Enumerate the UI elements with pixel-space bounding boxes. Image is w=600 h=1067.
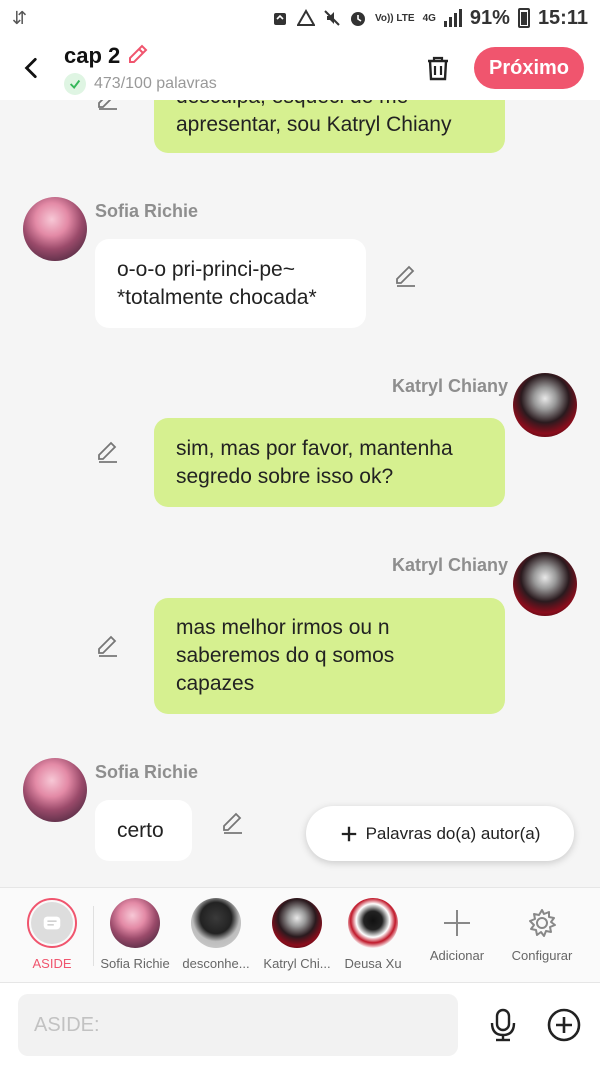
plus-icon <box>341 826 356 841</box>
chat-bubble-icon <box>43 916 61 930</box>
chevron-left-icon <box>24 57 37 79</box>
avatar <box>110 898 160 948</box>
avatar-sofia-richie[interactable] <box>23 758 87 822</box>
battery-percent: 91% <box>469 6 510 29</box>
author-words-label: Palavras do(a) autor(a) <box>365 823 541 843</box>
add-media-button[interactable] <box>546 1007 582 1043</box>
avatar-katryl-chiany[interactable] <box>513 552 577 616</box>
message-line: o-o-o pri-princi-pe~ <box>117 257 295 281</box>
character-katryl-chiany[interactable]: Katryl Chi... <box>255 898 339 971</box>
next-button[interactable]: Próximo <box>474 47 584 89</box>
edit-message-icon[interactable] <box>221 811 245 835</box>
back-button[interactable] <box>0 36 64 100</box>
message-line: desculpa, esqueci de me <box>176 100 483 111</box>
character-label: Deusa Xu <box>344 956 402 971</box>
configure-button[interactable]: Configurar <box>500 898 584 963</box>
message-line: capazes <box>176 672 255 695</box>
recycle-icon <box>271 9 289 27</box>
author-name: Katryl Chiany <box>392 555 509 575</box>
character-bar: ASIDE Sofia Richie desconhe... Katryl Ch… <box>0 887 600 982</box>
edit-message-icon[interactable] <box>96 440 120 464</box>
edit-title-icon[interactable] <box>126 42 150 71</box>
message-line: mas melhor irmos ou n <box>176 616 390 639</box>
author-name: Katryl Chiany <box>392 376 509 396</box>
clock: 15:11 <box>537 6 588 29</box>
gear-icon <box>529 909 556 937</box>
input-bar <box>0 982 600 1067</box>
delete-button[interactable] <box>420 50 456 86</box>
header: cap 2 473/100 palavras Próximo <box>0 36 600 100</box>
message-line: certo <box>117 818 164 842</box>
message-line: sim, mas por favor, mantenha <box>176 436 453 460</box>
check-icon <box>64 72 86 95</box>
message-line: segredo sobre isso ok? <box>176 464 394 488</box>
plus-icon <box>444 910 470 936</box>
message-line: apresentar, sou Katryl Chiany <box>176 113 452 136</box>
usb-transfer-icon: ⇵ <box>12 7 28 28</box>
character-sofia-richie[interactable]: Sofia Richie <box>93 898 177 971</box>
edit-message-icon[interactable] <box>96 100 120 110</box>
message-bubble[interactable]: o-o-o pri-princi-pe~ *totalmente chocada… <box>95 239 366 328</box>
author-name: Sofia Richie <box>95 762 199 782</box>
character-unknown[interactable]: desconhe... <box>174 898 258 971</box>
chapter-title: cap 2 <box>64 43 121 68</box>
microphone-button[interactable] <box>486 1007 520 1043</box>
author-words-button[interactable]: Palavras do(a) autor(a) <box>306 806 574 861</box>
character-label: ASIDE <box>32 956 72 971</box>
chapter-info: cap 2 473/100 palavras <box>64 42 217 95</box>
message-bubble[interactable]: certo <box>95 800 192 861</box>
word-count: 473/100 palavras <box>94 74 217 92</box>
message-line: *totalmente chocada* <box>117 285 317 309</box>
alarm-icon <box>349 9 367 27</box>
character-label: Configurar <box>511 948 573 963</box>
character-label: Sofia Richie <box>100 956 170 971</box>
signal-icon <box>443 9 462 27</box>
character-aside[interactable]: ASIDE <box>10 898 94 971</box>
message-line: saberemos do q somos <box>176 644 395 667</box>
avatar-sofia-richie[interactable] <box>23 197 87 261</box>
message-bubble[interactable]: mas melhor irmos ou n saberemos do q som… <box>154 598 505 714</box>
network-type: 4G <box>422 12 436 24</box>
trash-icon <box>428 56 448 81</box>
edit-message-icon[interactable] <box>394 264 418 288</box>
avatar-katryl-chiany[interactable] <box>513 373 577 437</box>
character-label: Adicionar <box>429 948 485 963</box>
character-label: desconhe... <box>182 956 250 971</box>
volte-indicator: Vo)) LTE <box>374 12 415 24</box>
character-deusa-xu[interactable]: Deusa Xu <box>331 898 415 971</box>
message-bubble[interactable]: desculpa, esqueci de me apresentar, sou … <box>154 100 505 153</box>
message-input[interactable] <box>18 994 458 1056</box>
author-name: Sofia Richie <box>95 201 199 221</box>
avatar <box>348 898 398 948</box>
add-character-button[interactable]: Adicionar <box>415 898 499 963</box>
triangle-alert-icon <box>296 8 316 27</box>
plus-circle-icon <box>547 1008 581 1042</box>
chat-area[interactable]: desculpa, esqueci de me apresentar, sou … <box>0 100 600 887</box>
character-label: Katryl Chi... <box>263 956 331 971</box>
mute-icon <box>323 9 341 27</box>
message-bubble[interactable]: sim, mas por favor, mantenha segredo sob… <box>154 418 505 507</box>
avatar <box>191 898 241 948</box>
edit-message-icon[interactable] <box>96 634 120 658</box>
status-bar: ⇵ Vo)) LTE 4G 91% 15:11 <box>0 0 600 36</box>
avatar <box>272 898 322 948</box>
microphone-icon <box>490 1008 516 1042</box>
battery-icon <box>517 8 530 28</box>
